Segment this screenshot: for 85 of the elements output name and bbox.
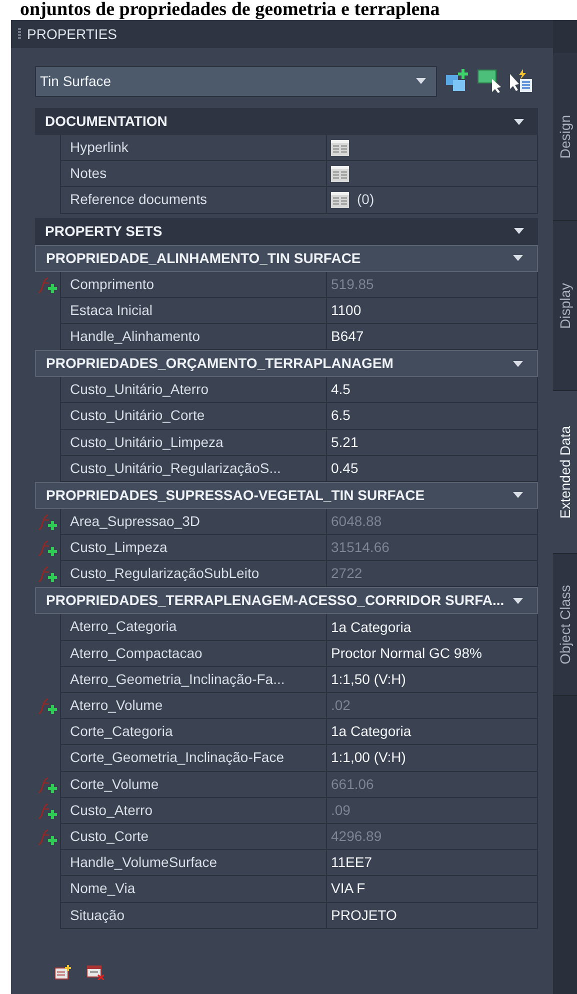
property-label: Corte_Volume bbox=[61, 772, 327, 797]
section-header[interactable]: DOCUMENTATION bbox=[35, 108, 538, 135]
palette-title: PROPERTIES bbox=[27, 24, 117, 44]
caret-icon bbox=[416, 78, 426, 84]
property-value: 519.85 bbox=[331, 274, 374, 294]
select-objects-icon[interactable] bbox=[477, 69, 501, 93]
property-value: 661.06 bbox=[331, 774, 374, 794]
side-tab[interactable]: Display bbox=[553, 221, 577, 391]
side-tab[interactable]: Object Class bbox=[553, 554, 577, 696]
table-icon[interactable] bbox=[331, 140, 349, 156]
section-header[interactable]: PROPRIEDADES_TERRAPLENAGEM-ACESSO_CORRIDOR SURFA... bbox=[35, 587, 538, 614]
property-label: Custo_Corte bbox=[61, 824, 327, 850]
formula-icon bbox=[36, 800, 58, 821]
property-label: Comprimento bbox=[61, 272, 327, 297]
property-label: Custo_Unitário_RegularizaçãoS... bbox=[61, 456, 327, 481]
object-dropdown[interactable]: Tin Surface bbox=[35, 66, 437, 96]
caret-icon bbox=[513, 360, 523, 367]
formula-icon bbox=[36, 564, 58, 584]
property-label: Custo_Limpeza bbox=[61, 535, 327, 560]
formula-icon bbox=[36, 827, 58, 848]
property-value[interactable]: 4.5 bbox=[331, 379, 350, 400]
add-objects-icon[interactable] bbox=[445, 69, 469, 93]
caret-icon bbox=[513, 255, 523, 262]
property-value[interactable]: 1a Categoria bbox=[331, 616, 412, 638]
table-icon[interactable] bbox=[331, 166, 349, 182]
property-label: Custo_Unitário_Limpeza bbox=[61, 430, 327, 455]
property-label: Handle_VolumeSurface bbox=[61, 850, 327, 876]
section-header[interactable]: PROPRIEDADES_SUPRESSAO-VEGETAL_TIN SURFACE bbox=[35, 482, 538, 509]
property-value[interactable]: 1:1,00 (V:H) bbox=[331, 747, 406, 768]
section-header[interactable]: PROPRIEDADE_ALINHAMENTO_TIN SURFACE bbox=[35, 244, 538, 272]
formula-icon bbox=[36, 274, 58, 295]
property-label: Handle_Alinhamento bbox=[61, 324, 327, 350]
property-value: .09 bbox=[331, 800, 350, 820]
property-label: Aterro_Compactacao bbox=[61, 640, 327, 666]
property-value[interactable]: 11EE7 bbox=[331, 852, 372, 874]
property-label: Aterro_Volume bbox=[61, 693, 327, 718]
property-value: 31514.66 bbox=[331, 538, 390, 558]
property-value[interactable]: PROJETO bbox=[331, 904, 397, 926]
property-label: Custo_Unitário_Aterro bbox=[61, 377, 327, 402]
formula-icon bbox=[36, 512, 58, 532]
table-icon[interactable] bbox=[331, 192, 349, 208]
property-label: Notes bbox=[61, 161, 327, 186]
property-value[interactable]: 0.45 bbox=[331, 458, 358, 479]
property-value[interactable]: 6.5 bbox=[331, 405, 350, 426]
caret-icon bbox=[513, 598, 523, 604]
property-label: Custo_Aterro bbox=[61, 798, 327, 823]
property-label: Aterro_Categoria bbox=[61, 614, 327, 640]
quick-select-icon[interactable] bbox=[509, 69, 533, 93]
property-value[interactable]: B647 bbox=[331, 326, 364, 348]
section-header[interactable]: PROPRIEDADES_ORÇAMENTO_TERRAPLANAGEM bbox=[35, 350, 538, 378]
remove-property-set-icon[interactable] bbox=[87, 965, 104, 980]
property-value[interactable]: Proctor Normal GC 98% bbox=[331, 642, 482, 664]
formula-icon bbox=[36, 696, 58, 716]
property-label: Situação bbox=[61, 902, 327, 928]
document-caption: onjuntos de propriedades de geometria e terraplena bbox=[20, 0, 440, 20]
caret-icon bbox=[513, 492, 523, 498]
caret-icon bbox=[514, 228, 524, 234]
property-value[interactable]: 1100 bbox=[331, 300, 362, 321]
section-header[interactable]: PROPERTY SETS bbox=[35, 218, 538, 245]
side-tab[interactable]: Extended Data bbox=[553, 391, 577, 554]
add-property-set-icon[interactable] bbox=[55, 965, 71, 980]
property-label: Corte_Geometria_Inclinação-Face bbox=[61, 745, 327, 771]
property-label: Custo_Unitário_Corte bbox=[61, 403, 327, 428]
property-value[interactable]: 5.21 bbox=[331, 432, 358, 453]
property-label: Nome_Via bbox=[61, 876, 327, 902]
property-value: 2722 bbox=[331, 564, 362, 584]
grip-icon[interactable] bbox=[18, 28, 21, 40]
side-tab[interactable]: Design bbox=[553, 53, 577, 221]
property-value: .02 bbox=[331, 696, 350, 716]
property-label: Custo_RegularizaçãoSubLeito bbox=[61, 561, 327, 586]
property-value: 6048.88 bbox=[331, 512, 382, 531]
property-label: Hyperlink bbox=[61, 135, 327, 160]
formula-icon bbox=[36, 774, 58, 795]
property-value[interactable]: 1:1,50 (V:H) bbox=[331, 668, 406, 690]
property-value[interactable]: 1a Categoria bbox=[331, 721, 412, 742]
property-label: Corte_Categoria bbox=[61, 719, 327, 744]
count-label: (0) bbox=[357, 190, 374, 210]
property-value[interactable]: VIA F bbox=[331, 878, 366, 900]
property-label: Reference documents bbox=[61, 187, 327, 213]
property-label: Area_Supressao_3D bbox=[61, 508, 327, 534]
caret-icon bbox=[514, 118, 524, 124]
property-label: Aterro_Geometria_Inclinação-Fa... bbox=[61, 666, 327, 692]
formula-icon bbox=[36, 538, 58, 558]
property-label: Estaca Inicial bbox=[61, 298, 327, 323]
property-value: 4296.89 bbox=[331, 827, 382, 846]
